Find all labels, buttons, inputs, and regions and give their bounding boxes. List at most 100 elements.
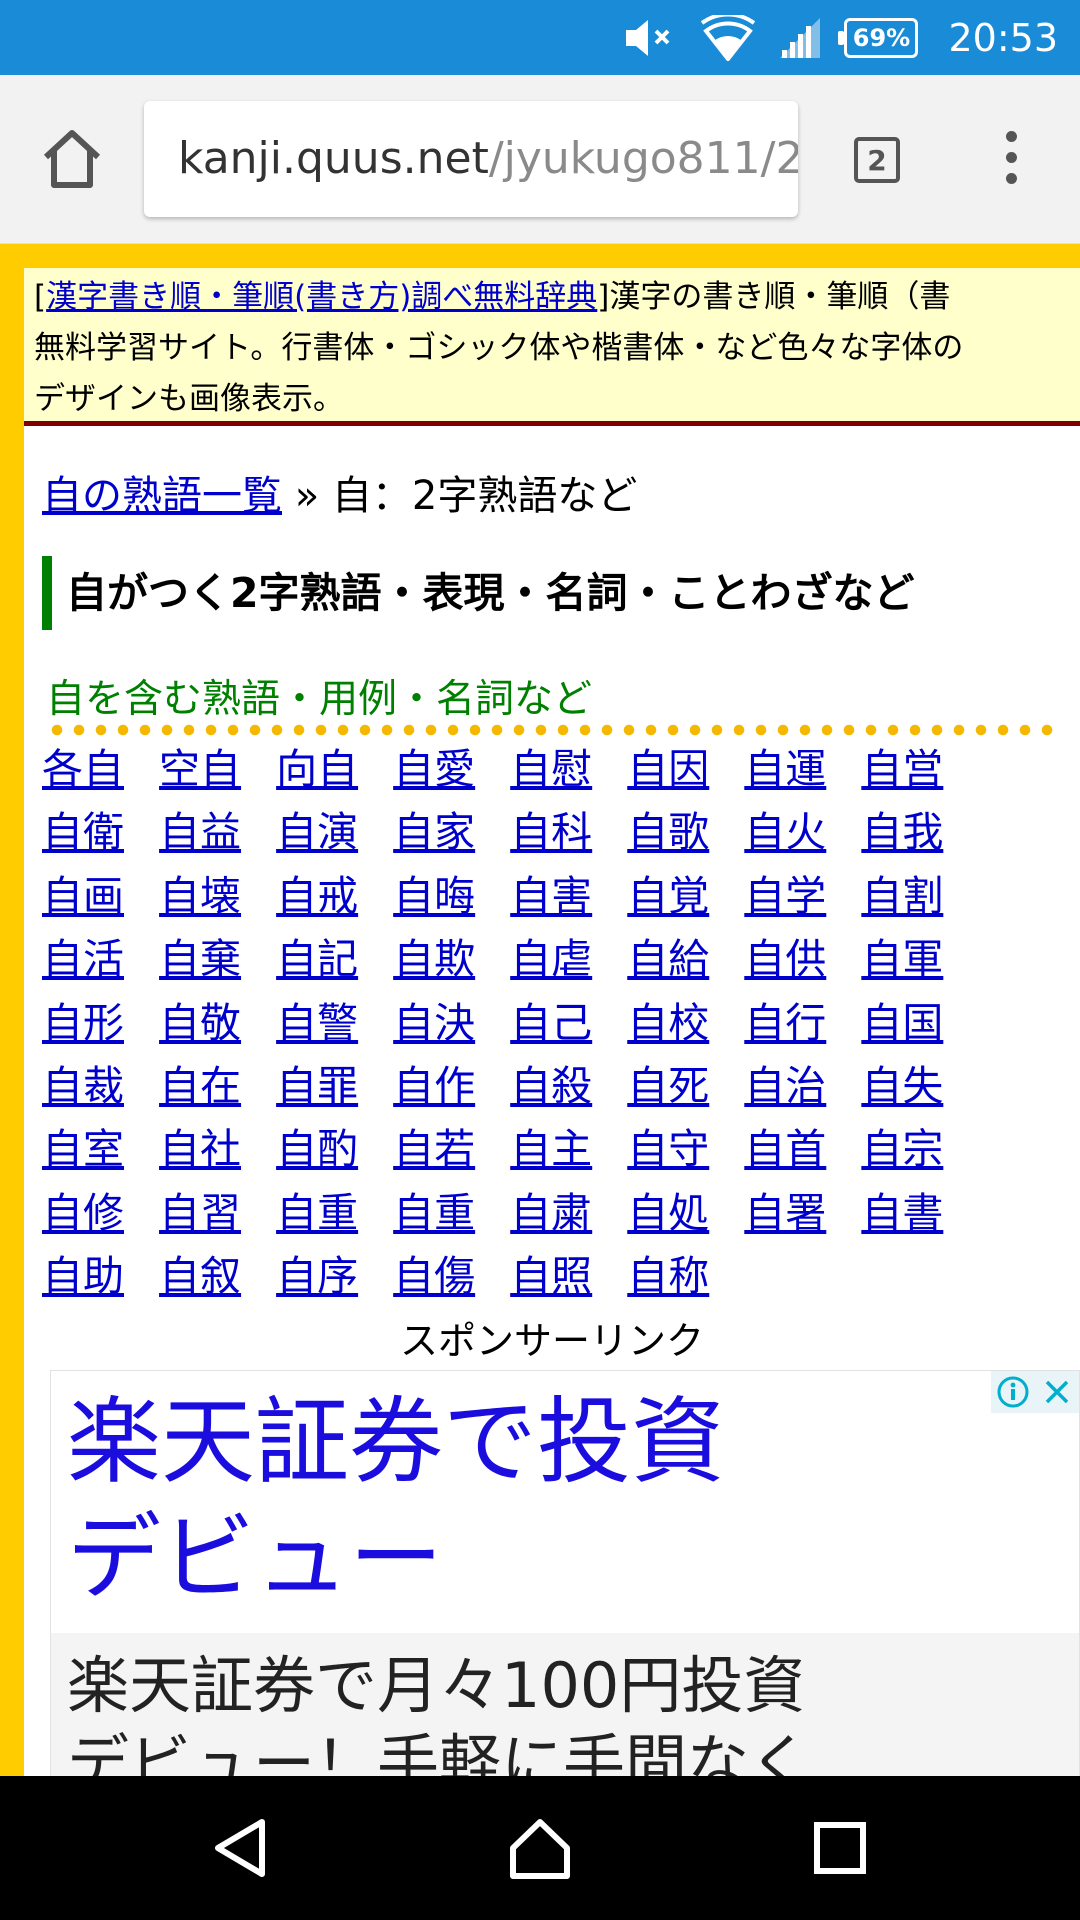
word-link[interactable]: 自敬 bbox=[159, 999, 241, 1047]
word-link[interactable]: 自失 bbox=[861, 1062, 943, 1110]
page-title: 自がつく2字熟語・表現・名詞・ことわざなど bbox=[42, 556, 915, 630]
word-link[interactable]: 自称 bbox=[627, 1252, 709, 1300]
word-link[interactable]: 自壊 bbox=[159, 872, 241, 920]
word-link[interactable]: 自国 bbox=[861, 999, 943, 1047]
word-link[interactable]: 自殺 bbox=[510, 1062, 592, 1110]
site-title-link[interactable]: 漢字書き順・筆順(書き方)調べ無料辞典 bbox=[46, 279, 597, 315]
word-link[interactable]: 自行 bbox=[744, 999, 826, 1047]
word-link[interactable]: 自科 bbox=[510, 808, 592, 856]
battery-icon: 69% bbox=[838, 17, 919, 58]
word-link[interactable]: 自晦 bbox=[393, 872, 475, 920]
word-link[interactable]: 自序 bbox=[276, 1252, 358, 1300]
word-link[interactable]: 自決 bbox=[393, 999, 475, 1047]
page-content: [漢字書き順・筆順(書き方)調べ無料辞典]漢字の書き順・筆順（書 無料学習サイト… bbox=[24, 268, 1080, 1776]
word-link[interactable]: 自罪 bbox=[276, 1062, 358, 1110]
word-link[interactable]: 自重 bbox=[276, 1189, 358, 1237]
word-link[interactable]: 自活 bbox=[42, 935, 124, 983]
word-link[interactable]: 自首 bbox=[744, 1125, 826, 1173]
home-nav-button[interactable] bbox=[480, 1776, 600, 1920]
word-link[interactable]: 自歌 bbox=[627, 808, 709, 856]
word-link[interactable]: 自処 bbox=[627, 1189, 709, 1237]
word-link[interactable]: 向自 bbox=[276, 745, 358, 793]
word-link[interactable]: 自我 bbox=[861, 808, 943, 856]
word-link[interactable]: 自覚 bbox=[627, 872, 709, 920]
word-link[interactable]: 自裁 bbox=[42, 1062, 124, 1110]
recents-button[interactable] bbox=[780, 1776, 900, 1920]
back-button[interactable] bbox=[180, 1776, 300, 1920]
word-link[interactable]: 自在 bbox=[159, 1062, 241, 1110]
word-link[interactable]: 自守 bbox=[627, 1125, 709, 1173]
tab-switcher-button[interactable]: 2 bbox=[854, 137, 900, 183]
back-icon bbox=[215, 1819, 265, 1877]
word-link[interactable]: 自形 bbox=[42, 999, 124, 1047]
home-nav-icon bbox=[510, 1819, 570, 1879]
menu-dot bbox=[1005, 131, 1017, 142]
word-link[interactable]: 自記 bbox=[276, 935, 358, 983]
word-link[interactable]: 自社 bbox=[159, 1125, 241, 1173]
word-link[interactable]: 自学 bbox=[744, 872, 826, 920]
word-link[interactable]: 空自 bbox=[159, 745, 241, 793]
word-link[interactable]: 自画 bbox=[42, 872, 124, 920]
word-link[interactable]: 自運 bbox=[744, 745, 826, 793]
word-link[interactable]: 自棄 bbox=[159, 935, 241, 983]
ad-title[interactable]: 楽天証券で投資 デビュー bbox=[67, 1385, 927, 1617]
word-link[interactable]: 自習 bbox=[159, 1189, 241, 1237]
word-link[interactable]: 自害 bbox=[510, 872, 592, 920]
word-link[interactable]: 自書 bbox=[861, 1189, 943, 1237]
word-link[interactable]: 自主 bbox=[510, 1125, 592, 1173]
word-link[interactable]: 自軍 bbox=[861, 935, 943, 983]
word-link[interactable]: 自演 bbox=[276, 808, 358, 856]
word-link[interactable]: 自慰 bbox=[510, 745, 592, 793]
breadcrumb-current: 自：2字熟語など bbox=[331, 473, 638, 519]
word-link[interactable]: 自虐 bbox=[510, 935, 592, 983]
word-link[interactable]: 自供 bbox=[744, 935, 826, 983]
ad-close-button[interactable] bbox=[1035, 1371, 1079, 1413]
ad-banner[interactable]: 楽天証券で投資 デビュー 楽天証券で月々100円投資 デビュー！手軽に手間なく bbox=[50, 1370, 1080, 1776]
word-link[interactable]: 自死 bbox=[627, 1062, 709, 1110]
word-link[interactable]: 自室 bbox=[42, 1125, 124, 1173]
dotted-divider bbox=[46, 724, 1058, 736]
breadcrumb: 自の熟語一覧 » 自：2字熟語など bbox=[42, 463, 637, 521]
battery-percent: 69% bbox=[852, 23, 911, 52]
word-link[interactable]: 自署 bbox=[744, 1189, 826, 1237]
recents-icon bbox=[814, 1822, 866, 1874]
word-link[interactable]: 自愛 bbox=[393, 745, 475, 793]
word-link[interactable]: 自叙 bbox=[159, 1252, 241, 1300]
word-link[interactable]: 自治 bbox=[744, 1062, 826, 1110]
word-link[interactable]: 自因 bbox=[627, 745, 709, 793]
word-link[interactable]: 各自 bbox=[42, 745, 124, 793]
home-icon bbox=[43, 130, 101, 188]
menu-dot bbox=[1005, 173, 1017, 184]
browser-toolbar: kanji.quus.net/jyukugo811/2 2 bbox=[0, 75, 1080, 244]
word-link[interactable]: 自警 bbox=[276, 999, 358, 1047]
ad-body-line1: 楽天証券で月々100円投資 bbox=[67, 1649, 806, 1722]
word-link[interactable]: 自傷 bbox=[393, 1252, 475, 1300]
word-link[interactable]: 自欺 bbox=[393, 935, 475, 983]
word-link[interactable]: 自校 bbox=[627, 999, 709, 1047]
breadcrumb-link[interactable]: 自の熟語一覧 bbox=[42, 473, 282, 519]
url-bar[interactable]: kanji.quus.net/jyukugo811/2 bbox=[144, 101, 798, 217]
word-link[interactable]: 自照 bbox=[510, 1252, 592, 1300]
word-link[interactable]: 自修 bbox=[42, 1189, 124, 1237]
word-link[interactable]: 自助 bbox=[42, 1252, 124, 1300]
word-link[interactable]: 自作 bbox=[393, 1062, 475, 1110]
word-link[interactable]: 自家 bbox=[393, 808, 475, 856]
ad-info-button[interactable] bbox=[991, 1371, 1035, 1413]
word-link[interactable]: 自戒 bbox=[276, 872, 358, 920]
word-link[interactable]: 自重 bbox=[393, 1189, 475, 1237]
word-link[interactable]: 自宗 bbox=[861, 1125, 943, 1173]
word-link[interactable]: 自割 bbox=[861, 872, 943, 920]
word-link[interactable]: 自火 bbox=[744, 808, 826, 856]
word-link[interactable]: 自酌 bbox=[276, 1125, 358, 1173]
section-heading: 自を含む熟語・用例・名詞など bbox=[46, 677, 593, 722]
home-button[interactable] bbox=[38, 125, 106, 193]
word-link[interactable]: 自益 bbox=[159, 808, 241, 856]
word-link[interactable]: 自給 bbox=[627, 935, 709, 983]
word-link[interactable]: 自粛 bbox=[510, 1189, 592, 1237]
word-link[interactable]: 自若 bbox=[393, 1125, 475, 1173]
word-link[interactable]: 自営 bbox=[861, 745, 943, 793]
word-link[interactable]: 自衛 bbox=[42, 808, 124, 856]
ad-body-text: 楽天証券で月々100円投資 デビュー！手軽に手間なく bbox=[67, 1647, 811, 1776]
word-link[interactable]: 自己 bbox=[510, 999, 592, 1047]
overflow-menu-button[interactable] bbox=[996, 131, 1026, 191]
